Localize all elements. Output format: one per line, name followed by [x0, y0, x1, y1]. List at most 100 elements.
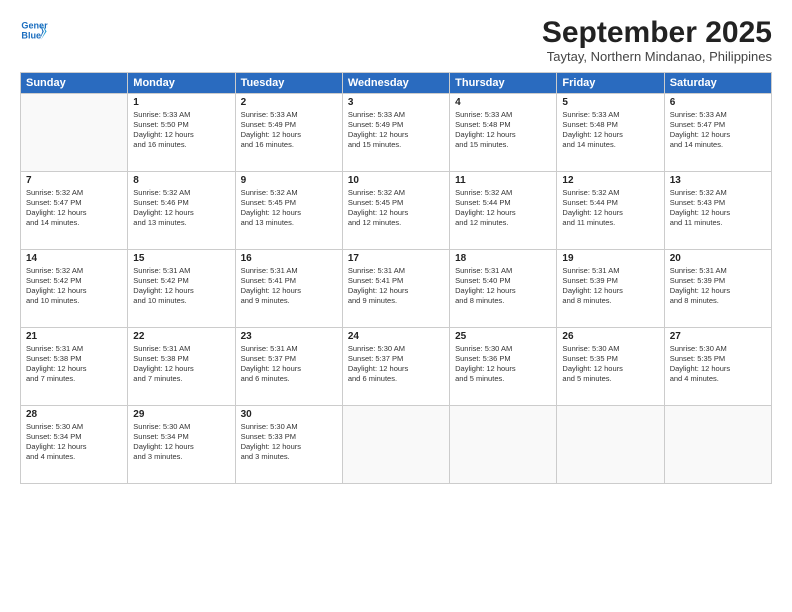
calendar-cell: 9Sunrise: 5:32 AM Sunset: 5:45 PM Daylig… — [235, 172, 342, 250]
day-number: 28 — [26, 409, 122, 420]
calendar-cell: 20 Sunrise: 5:31 AM Sunset: 5:39 PM Dayli… — [664, 250, 771, 328]
calendar-cell: 10 Sunrise: 5:32 AM Sunset: 5:45 PM Dayli… — [342, 172, 449, 250]
cell-info: Sunrise: 5:32 AM Sunset: 5:45 PM Dayligh… — [241, 188, 337, 229]
cell-info: Sunrise: 5:31 AM Sunset: 5:42 PM Dayligh… — [133, 266, 229, 307]
cell-info: Sunrise: 5:31 AM Sunset: 5:41 PM Dayligh… — [348, 266, 444, 307]
cell-info: Sunrise: 5:30 AM Sunset: 5:37 PM Dayligh… — [348, 344, 444, 385]
calendar-cell: 15 Sunrise: 5:31 AM Sunset: 5:42 PM Dayli… — [128, 250, 235, 328]
cell-info: Sunrise: 5:31 AM Sunset: 5:38 PM Dayligh… — [133, 344, 229, 385]
day-number: 13 — [670, 175, 766, 186]
cell-info: Sunrise: 5:30 AM Sunset: 5:35 PM Dayligh… — [670, 344, 766, 385]
calendar-cell: 8Sunrise: 5:32 AM Sunset: 5:46 PM Daylig… — [128, 172, 235, 250]
calendar-cell: 23 Sunrise: 5:31 AM Sunset: 5:37 PM Dayli… — [235, 328, 342, 406]
day-number: 1 — [133, 97, 229, 108]
logo: General Blue — [20, 16, 48, 44]
day-number: 19 — [562, 253, 658, 264]
calendar-cell: 12Sunrise: 5:32 AM Sunset: 5:44 PM Dayli… — [557, 172, 664, 250]
location-subtitle: Taytay, Northern Mindanao, Philippines — [542, 49, 772, 64]
calendar-cell: 13 Sunrise: 5:32 AM Sunset: 5:43 PM Dayli… — [664, 172, 771, 250]
day-number: 23 — [241, 331, 337, 342]
calendar-cell: 18 Sunrise: 5:31 AM Sunset: 5:40 PM Dayli… — [450, 250, 557, 328]
day-number: 26 — [562, 331, 658, 342]
page-header: General Blue September 2025 Taytay, Nort… — [20, 16, 772, 64]
cell-info: Sunrise: 5:31 AM Sunset: 5:41 PM Dayligh… — [241, 266, 337, 307]
cell-info: Sunrise: 5:33 AM Sunset: 5:48 PM Dayligh… — [455, 110, 551, 151]
calendar-cell: 4 Sunrise: 5:33 AM Sunset: 5:48 PM Daylig… — [450, 94, 557, 172]
day-number: 15 — [133, 253, 229, 264]
cell-info: Sunrise: 5:32 AM Sunset: 5:42 PM Dayligh… — [26, 266, 122, 307]
day-number: 3 — [348, 97, 444, 108]
col-friday: Friday — [557, 73, 664, 94]
cell-info: Sunrise: 5:32 AM Sunset: 5:45 PM Dayligh… — [348, 188, 444, 229]
svg-text:Blue: Blue — [21, 30, 41, 40]
day-number: 21 — [26, 331, 122, 342]
col-thursday: Thursday — [450, 73, 557, 94]
calendar-cell: 1Sunrise: 5:33 AM Sunset: 5:50 PM Daylig… — [128, 94, 235, 172]
col-sunday: Sunday — [21, 73, 128, 94]
calendar-week-row: 21 Sunrise: 5:31 AM Sunset: 5:38 PM Dayli… — [21, 328, 772, 406]
calendar-cell: 16 Sunrise: 5:31 AM Sunset: 5:41 PM Dayli… — [235, 250, 342, 328]
calendar-cell: 14 Sunrise: 5:32 AM Sunset: 5:42 PM Dayli… — [21, 250, 128, 328]
cell-info: Sunrise: 5:33 AM Sunset: 5:49 PM Dayligh… — [348, 110, 444, 151]
svg-text:General: General — [21, 21, 48, 31]
calendar-cell: 21 Sunrise: 5:31 AM Sunset: 5:38 PM Dayli… — [21, 328, 128, 406]
day-number: 17 — [348, 253, 444, 264]
calendar-week-row: 7 Sunrise: 5:32 AM Sunset: 5:47 PM Daylig… — [21, 172, 772, 250]
cell-info: Sunrise: 5:31 AM Sunset: 5:38 PM Dayligh… — [26, 344, 122, 385]
day-number: 7 — [26, 175, 122, 186]
col-monday: Monday — [128, 73, 235, 94]
calendar-cell: 29 Sunrise: 5:30 AM Sunset: 5:34 PM Dayli… — [128, 406, 235, 484]
calendar-week-row: 28 Sunrise: 5:30 AM Sunset: 5:34 PM Dayli… — [21, 406, 772, 484]
day-number: 11 — [455, 175, 551, 186]
day-number: 5 — [562, 97, 658, 108]
cell-info: Sunrise: 5:30 AM Sunset: 5:36 PM Dayligh… — [455, 344, 551, 385]
day-number: 20 — [670, 253, 766, 264]
calendar-week-row: 1Sunrise: 5:33 AM Sunset: 5:50 PM Daylig… — [21, 94, 772, 172]
col-wednesday: Wednesday — [342, 73, 449, 94]
calendar-cell: 11Sunrise: 5:32 AM Sunset: 5:44 PM Dayli… — [450, 172, 557, 250]
calendar-cell — [342, 406, 449, 484]
calendar-cell: 2Sunrise: 5:33 AM Sunset: 5:49 PM Daylig… — [235, 94, 342, 172]
cell-info: Sunrise: 5:31 AM Sunset: 5:39 PM Dayligh… — [670, 266, 766, 307]
day-number: 30 — [241, 409, 337, 420]
calendar-cell: 26 Sunrise: 5:30 AM Sunset: 5:35 PM Dayli… — [557, 328, 664, 406]
day-number: 18 — [455, 253, 551, 264]
logo-icon: General Blue — [20, 16, 48, 44]
cell-info: Sunrise: 5:30 AM Sunset: 5:35 PM Dayligh… — [562, 344, 658, 385]
calendar-cell: 17 Sunrise: 5:31 AM Sunset: 5:41 PM Dayli… — [342, 250, 449, 328]
cell-info: Sunrise: 5:33 AM Sunset: 5:49 PM Dayligh… — [241, 110, 337, 151]
calendar-cell: 7 Sunrise: 5:32 AM Sunset: 5:47 PM Daylig… — [21, 172, 128, 250]
cell-info: Sunrise: 5:32 AM Sunset: 5:43 PM Dayligh… — [670, 188, 766, 229]
day-number: 24 — [348, 331, 444, 342]
day-number: 12 — [562, 175, 658, 186]
day-number: 16 — [241, 253, 337, 264]
calendar-cell: 22 Sunrise: 5:31 AM Sunset: 5:38 PM Dayli… — [128, 328, 235, 406]
cell-info: Sunrise: 5:30 AM Sunset: 5:33 PM Dayligh… — [241, 422, 337, 463]
cell-info: Sunrise: 5:31 AM Sunset: 5:40 PM Dayligh… — [455, 266, 551, 307]
day-number: 29 — [133, 409, 229, 420]
calendar-cell — [557, 406, 664, 484]
cell-info: Sunrise: 5:33 AM Sunset: 5:48 PM Dayligh… — [562, 110, 658, 151]
calendar-cell: 24 Sunrise: 5:30 AM Sunset: 5:37 PM Dayli… — [342, 328, 449, 406]
day-number: 14 — [26, 253, 122, 264]
cell-info: Sunrise: 5:32 AM Sunset: 5:46 PM Dayligh… — [133, 188, 229, 229]
cell-info: Sunrise: 5:31 AM Sunset: 5:37 PM Dayligh… — [241, 344, 337, 385]
day-number: 10 — [348, 175, 444, 186]
cell-info: Sunrise: 5:32 AM Sunset: 5:47 PM Dayligh… — [26, 188, 122, 229]
calendar-table: Sunday Monday Tuesday Wednesday Thursday… — [20, 72, 772, 484]
calendar-week-row: 14 Sunrise: 5:32 AM Sunset: 5:42 PM Dayli… — [21, 250, 772, 328]
col-saturday: Saturday — [664, 73, 771, 94]
cell-info: Sunrise: 5:30 AM Sunset: 5:34 PM Dayligh… — [133, 422, 229, 463]
day-number: 4 — [455, 97, 551, 108]
calendar-cell — [664, 406, 771, 484]
calendar-cell: 5 Sunrise: 5:33 AM Sunset: 5:48 PM Daylig… — [557, 94, 664, 172]
calendar-cell: 27Sunrise: 5:30 AM Sunset: 5:35 PM Dayli… — [664, 328, 771, 406]
day-number: 22 — [133, 331, 229, 342]
calendar-cell: 30 Sunrise: 5:30 AM Sunset: 5:33 PM Dayli… — [235, 406, 342, 484]
day-number: 25 — [455, 331, 551, 342]
cell-info: Sunrise: 5:30 AM Sunset: 5:34 PM Dayligh… — [26, 422, 122, 463]
calendar-cell: 6Sunrise: 5:33 AM Sunset: 5:47 PM Daylig… — [664, 94, 771, 172]
title-block: September 2025 Taytay, Northern Mindanao… — [542, 16, 772, 64]
cell-info: Sunrise: 5:31 AM Sunset: 5:39 PM Dayligh… — [562, 266, 658, 307]
calendar-cell: 3 Sunrise: 5:33 AM Sunset: 5:49 PM Daylig… — [342, 94, 449, 172]
